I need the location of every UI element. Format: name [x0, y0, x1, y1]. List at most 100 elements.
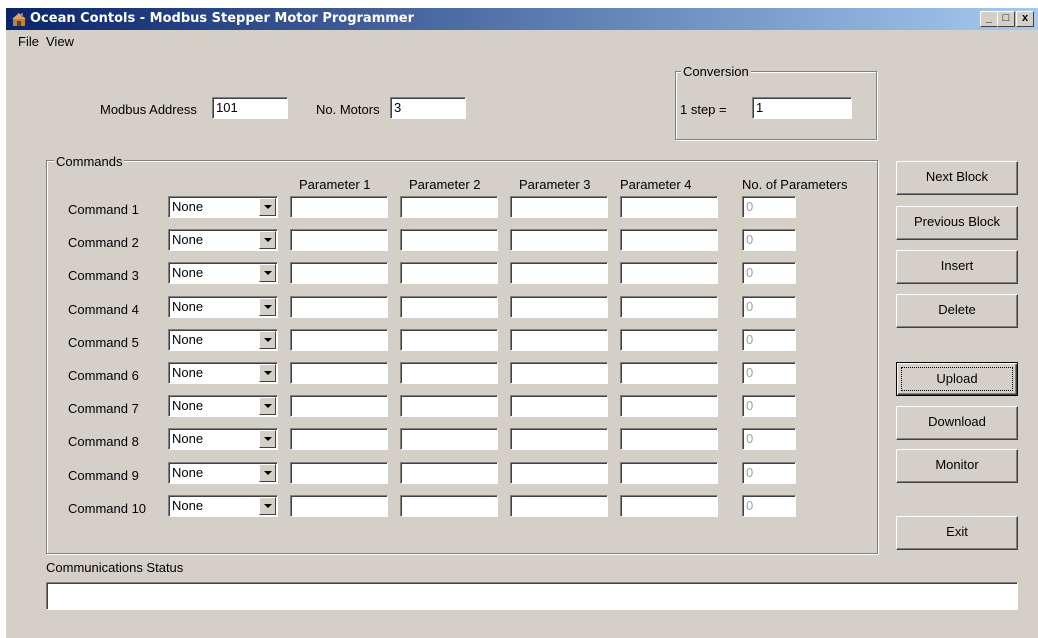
parameter-1-field[interactable]: [290, 329, 388, 351]
command-select[interactable]: None: [168, 262, 278, 284]
header-parameter-4: Parameter 4: [620, 177, 692, 192]
previous-block-button[interactable]: Previous Block: [896, 206, 1018, 240]
parameter-4-field[interactable]: [620, 395, 718, 417]
conversion-field[interactable]: 1: [752, 97, 852, 119]
header-no-of-parameters: No. of Parameters: [742, 177, 848, 192]
header-parameter-3: Parameter 3: [519, 177, 591, 192]
header-parameter-1: Parameter 1: [299, 177, 371, 192]
parameter-count-field: 0: [742, 296, 796, 318]
motors-field[interactable]: 3: [390, 97, 466, 119]
parameter-3-field[interactable]: [510, 395, 608, 417]
dropdown-arrow-icon[interactable]: [259, 231, 276, 249]
parameter-4-field[interactable]: [620, 262, 718, 284]
insert-button[interactable]: Insert: [896, 250, 1018, 284]
download-button[interactable]: Download: [896, 406, 1018, 440]
close-button[interactable]: x: [1016, 11, 1034, 27]
parameter-2-field[interactable]: [400, 428, 498, 450]
command-select[interactable]: None: [168, 395, 278, 417]
parameter-3-field[interactable]: [510, 462, 608, 484]
conversion-title: Conversion: [681, 64, 751, 79]
parameter-1-field[interactable]: [290, 428, 388, 450]
parameter-2-field[interactable]: [400, 229, 498, 251]
window-title: Ocean Contols - Modbus Stepper Motor Pro…: [30, 11, 415, 26]
parameter-4-field[interactable]: [620, 229, 718, 251]
menu-file[interactable]: File: [18, 34, 39, 49]
parameter-4-field[interactable]: [620, 428, 718, 450]
parameter-4-field[interactable]: [620, 495, 718, 517]
parameter-1-field[interactable]: [290, 495, 388, 517]
command-select[interactable]: None: [168, 196, 278, 218]
parameter-3-field[interactable]: [510, 196, 608, 218]
dropdown-arrow-icon[interactable]: [259, 364, 276, 382]
command-select[interactable]: None: [168, 428, 278, 450]
command-label: Command 4: [68, 302, 139, 317]
parameter-4-field[interactable]: [620, 196, 718, 218]
minimize-button[interactable]: _: [980, 11, 998, 27]
menu-view[interactable]: View: [46, 34, 74, 49]
dropdown-arrow-icon[interactable]: [259, 430, 276, 448]
parameter-2-field[interactable]: [400, 495, 498, 517]
parameter-3-field[interactable]: [510, 428, 608, 450]
command-select-value: None: [172, 365, 204, 380]
parameter-3-field[interactable]: [510, 329, 608, 351]
parameter-2-field[interactable]: [400, 262, 498, 284]
command-select-value: None: [172, 299, 204, 314]
parameter-1-field[interactable]: [290, 262, 388, 284]
parameter-count-field: 0: [742, 262, 796, 284]
parameter-1-field[interactable]: [290, 229, 388, 251]
delete-button[interactable]: Delete: [896, 294, 1018, 328]
command-select[interactable]: None: [168, 296, 278, 318]
parameter-2-field[interactable]: [400, 362, 498, 384]
modbus-address-label: Modbus Address: [100, 102, 197, 117]
parameter-4-field[interactable]: [620, 329, 718, 351]
parameter-1-field[interactable]: [290, 196, 388, 218]
commands-title: Commands: [54, 154, 125, 169]
parameter-2-field[interactable]: [400, 329, 498, 351]
parameter-count-field: 0: [742, 196, 796, 218]
dropdown-arrow-icon[interactable]: [259, 464, 276, 482]
parameter-1-field[interactable]: [290, 296, 388, 318]
main-window: Ocean Contols - Modbus Stepper Motor Pro…: [6, 8, 1038, 638]
parameter-3-field[interactable]: [510, 296, 608, 318]
command-select-value: None: [172, 232, 204, 247]
parameter-count-field: 0: [742, 329, 796, 351]
parameter-count-field: 0: [742, 495, 796, 517]
parameter-2-field[interactable]: [400, 395, 498, 417]
modbus-address-field[interactable]: 101: [212, 97, 288, 119]
next-block-button[interactable]: Next Block: [896, 161, 1018, 195]
dropdown-arrow-icon[interactable]: [259, 298, 276, 316]
command-label: Command 6: [68, 368, 139, 383]
parameter-3-field[interactable]: [510, 262, 608, 284]
dropdown-arrow-icon[interactable]: [259, 264, 276, 282]
exit-button[interactable]: Exit: [896, 516, 1018, 550]
parameter-3-field[interactable]: [510, 229, 608, 251]
parameter-3-field[interactable]: [510, 362, 608, 384]
communications-status-label: Communications Status: [46, 560, 184, 575]
monitor-button[interactable]: Monitor: [896, 449, 1018, 483]
dropdown-arrow-icon[interactable]: [259, 331, 276, 349]
upload-button[interactable]: Upload: [896, 362, 1018, 396]
command-label: Command 8: [68, 434, 139, 449]
parameter-count-field: 0: [742, 462, 796, 484]
command-select[interactable]: None: [168, 329, 278, 351]
maximize-button[interactable]: □: [997, 11, 1015, 27]
command-select[interactable]: None: [168, 362, 278, 384]
command-select-value: None: [172, 398, 204, 413]
parameter-2-field[interactable]: [400, 196, 498, 218]
parameter-1-field[interactable]: [290, 395, 388, 417]
parameter-2-field[interactable]: [400, 296, 498, 318]
dropdown-arrow-icon[interactable]: [259, 497, 276, 515]
parameter-1-field[interactable]: [290, 462, 388, 484]
parameter-4-field[interactable]: [620, 362, 718, 384]
command-select[interactable]: None: [168, 462, 278, 484]
command-select[interactable]: None: [168, 495, 278, 517]
parameter-2-field[interactable]: [400, 462, 498, 484]
header-parameter-2: Parameter 2: [409, 177, 481, 192]
parameter-1-field[interactable]: [290, 362, 388, 384]
dropdown-arrow-icon[interactable]: [259, 198, 276, 216]
parameter-4-field[interactable]: [620, 462, 718, 484]
command-select[interactable]: None: [168, 229, 278, 251]
dropdown-arrow-icon[interactable]: [259, 397, 276, 415]
parameter-4-field[interactable]: [620, 296, 718, 318]
parameter-3-field[interactable]: [510, 495, 608, 517]
